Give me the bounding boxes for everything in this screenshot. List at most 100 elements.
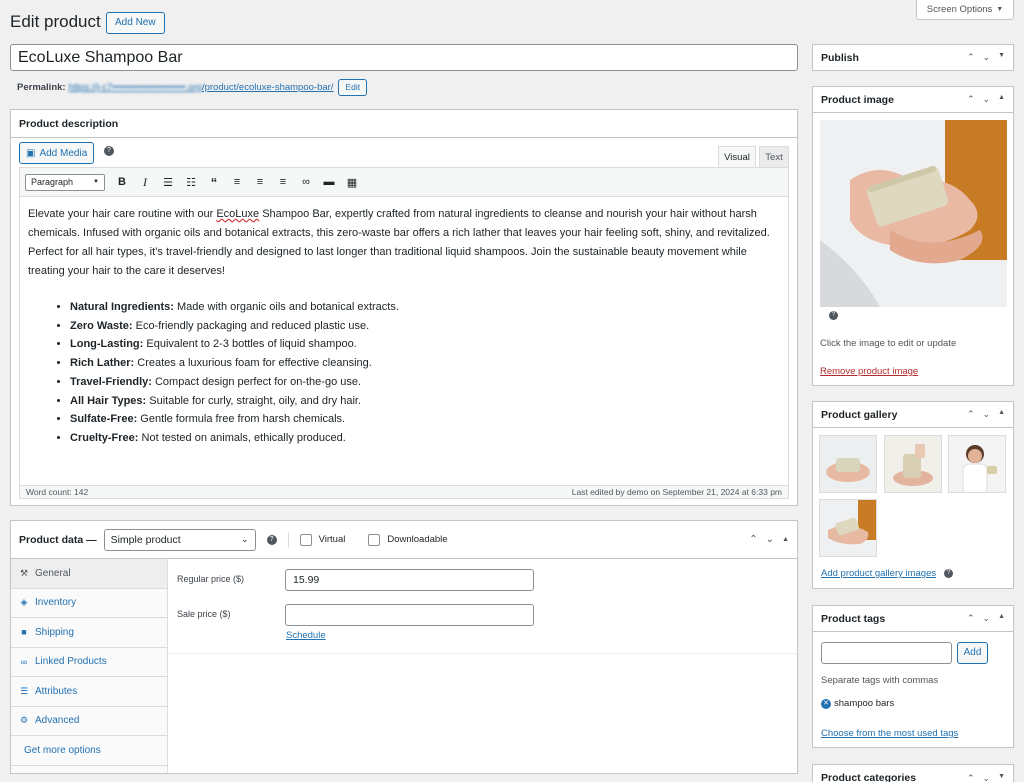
- tab-linked-products[interactable]: ∞ Linked Products: [11, 648, 167, 677]
- product-gallery-box: Product gallery ⌃ ⌄ ▲ Add product galler…: [812, 401, 1014, 589]
- move-up-icon[interactable]: ⌃: [749, 534, 757, 546]
- editor-content[interactable]: Elevate your hair care routine with our …: [20, 197, 788, 486]
- tab-general[interactable]: ⚒ General: [11, 559, 167, 589]
- add-tag-button[interactable]: Add: [957, 642, 988, 664]
- regular-price-input[interactable]: 15.99: [285, 569, 534, 591]
- tab-attributes[interactable]: ☰ Attributes: [11, 677, 167, 707]
- product-title-input[interactable]: EcoLuxe Shampoo Bar: [10, 44, 798, 71]
- format-select[interactable]: Paragraph ▼: [25, 173, 105, 191]
- toggle-panel-icon[interactable]: ▲: [782, 534, 789, 546]
- blockquote-icon[interactable]: “: [203, 171, 225, 193]
- add-media-label: Add Media: [39, 147, 88, 159]
- gallery-image[interactable]: [819, 499, 877, 557]
- product-data-label: Product data —: [19, 533, 97, 546]
- gallery-image-graphic: [885, 436, 941, 492]
- remove-tag-icon[interactable]: ✕: [821, 698, 831, 709]
- help-icon[interactable]: ?: [104, 146, 114, 156]
- box-controls: ⌃ ⌄ ▼: [967, 52, 1005, 63]
- tab-advanced-label: Advanced: [35, 715, 80, 727]
- move-up-icon[interactable]: ⌃: [967, 773, 975, 782]
- tag-input[interactable]: [821, 642, 952, 664]
- gallery-image-graphic: [820, 436, 876, 492]
- schedule-link[interactable]: Schedule: [286, 630, 326, 641]
- permalink-label: Permalink:: [17, 82, 66, 93]
- move-down-icon[interactable]: ⌄: [983, 52, 991, 63]
- move-up-icon[interactable]: ⌃: [967, 94, 975, 105]
- link-icon[interactable]: ∞: [295, 171, 317, 193]
- regular-price-label: Regular price ($): [177, 574, 245, 584]
- tab-text[interactable]: Text: [759, 146, 789, 168]
- editor-status-bar: Word count: 142 Last edited by demo on S…: [20, 485, 788, 498]
- product-type-select[interactable]: Simple product ⌄: [103, 528, 256, 551]
- box-controls: ⌃ ⌄ ▲: [967, 409, 1005, 420]
- product-image-title: Product image: [821, 93, 894, 106]
- align-center-icon[interactable]: ≡: [249, 171, 271, 193]
- help-icon[interactable]: ?: [944, 569, 953, 578]
- description-paragraph: Elevate your hair care routine with our …: [28, 205, 780, 281]
- product-categories-heading: Product categories ⌃ ⌄ ▼: [813, 765, 1013, 782]
- tab-advanced[interactable]: ⚙ Advanced: [11, 707, 167, 736]
- product-gallery-title: Product gallery: [821, 408, 898, 421]
- media-icon: ▣: [26, 147, 36, 159]
- align-left-icon[interactable]: ≡: [226, 171, 248, 193]
- permalink-link[interactable]: https://j-c7••••••••••••••••••••••.org/p…: [69, 82, 334, 93]
- tab-shipping[interactable]: ■ Shipping: [11, 618, 167, 648]
- product-image[interactable]: [820, 120, 1007, 307]
- product-data-box: Product data — Simple product ⌄ ? Virtua…: [10, 520, 798, 774]
- tab-shipping-label: Shipping: [35, 626, 74, 638]
- box-controls: ⌃ ⌄ ▲: [967, 613, 1005, 624]
- move-down-icon[interactable]: ⌄: [766, 534, 774, 546]
- read-more-icon[interactable]: ▬: [318, 171, 340, 193]
- tab-get-more-options[interactable]: Get more options: [11, 736, 167, 766]
- sale-price-input[interactable]: [285, 604, 534, 626]
- screen-options-button[interactable]: Screen Options ▼: [916, 0, 1014, 20]
- numbered-list-icon[interactable]: ☷: [180, 171, 202, 193]
- gallery-image[interactable]: [884, 435, 942, 493]
- gallery-image[interactable]: [948, 435, 1006, 493]
- toolbar-toggle-icon[interactable]: ▦: [341, 171, 363, 193]
- toggle-panel-icon[interactable]: ▼: [998, 773, 1005, 782]
- help-icon[interactable]: ?: [829, 311, 838, 320]
- tab-attributes-label: Attributes: [35, 685, 78, 697]
- add-new-button[interactable]: Add New: [106, 12, 165, 34]
- description-intro: Elevate your hair care routine with our: [28, 208, 217, 220]
- bold-icon[interactable]: B: [111, 171, 133, 193]
- move-down-icon[interactable]: ⌄: [983, 773, 991, 782]
- move-down-icon[interactable]: ⌄: [983, 94, 991, 105]
- align-right-icon[interactable]: ≡: [272, 171, 294, 193]
- caret-down-icon: ▼: [996, 6, 1004, 13]
- move-down-icon[interactable]: ⌄: [983, 613, 991, 624]
- gallery-image-graphic: [820, 500, 876, 556]
- add-gallery-images-link[interactable]: Add product gallery images: [821, 568, 936, 579]
- bullet-list-icon[interactable]: ☰: [157, 171, 179, 193]
- gallery-image[interactable]: [819, 435, 877, 493]
- tag-icon: ◈: [20, 597, 28, 608]
- add-media-button[interactable]: ▣ Add Media: [19, 142, 95, 164]
- permalink-edit-button[interactable]: Edit: [338, 79, 368, 96]
- wrench-icon: ⚒: [19, 567, 29, 578]
- general-panel: Regular price ($) 15.99 Sale price ($) S…: [169, 559, 797, 654]
- product-image-hint: Click the image to edit or update: [820, 338, 957, 349]
- box-controls: ⌃ ⌄ ▲: [749, 534, 789, 546]
- move-up-icon[interactable]: ⌃: [967, 52, 975, 63]
- toggle-panel-icon[interactable]: ▲: [998, 94, 1005, 105]
- tab-inventory[interactable]: ◈ Inventory: [11, 589, 167, 618]
- description-brand: EcoLuxe: [216, 208, 260, 220]
- product-gallery-heading: Product gallery ⌃ ⌄ ▲: [813, 402, 1013, 428]
- virtual-checkbox[interactable]: [299, 533, 312, 546]
- toggle-panel-icon[interactable]: ▼: [998, 52, 1005, 63]
- tab-visual[interactable]: Visual: [718, 146, 756, 168]
- editor-frame: Paragraph ▼ B I ☰ ☷ “ ≡ ≡ ≡ ∞ ▬ ▦ Elevat…: [19, 167, 789, 499]
- toggle-panel-icon[interactable]: ▲: [998, 409, 1005, 420]
- permalink-host: https://j-c7••••••••••••••••••••••.org: [68, 82, 202, 93]
- italic-icon[interactable]: I: [134, 171, 156, 193]
- toggle-panel-icon[interactable]: ▲: [998, 613, 1005, 624]
- move-down-icon[interactable]: ⌄: [983, 409, 991, 420]
- move-up-icon[interactable]: ⌃: [967, 613, 975, 624]
- move-up-icon[interactable]: ⌃: [967, 409, 975, 420]
- downloadable-checkbox[interactable]: [368, 533, 381, 546]
- choose-most-used-tags-link[interactable]: Choose from the most used tags: [821, 728, 958, 739]
- help-icon[interactable]: ?: [266, 534, 277, 545]
- page-title: Edit product: [10, 12, 101, 31]
- remove-product-image-link[interactable]: Remove product image: [820, 366, 918, 377]
